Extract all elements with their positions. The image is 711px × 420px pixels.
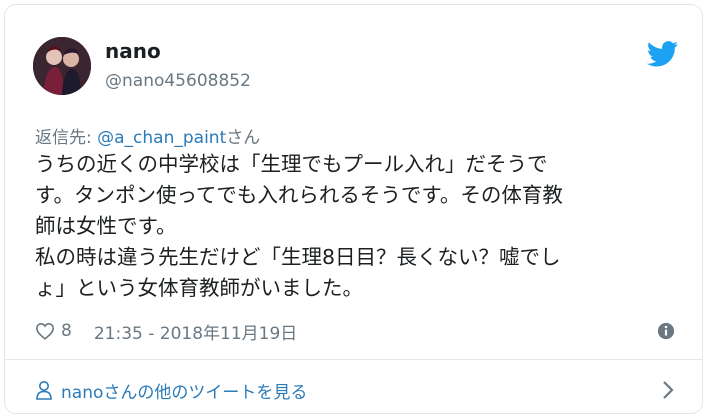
tweet-text: うちの近くの中学校は「生理でもプール入れ」だそうで す。タンポン使ってでも入れら…	[35, 149, 675, 304]
user-name[interactable]: nano	[105, 39, 161, 63]
avatar[interactable]	[33, 37, 91, 95]
tweet-text-line: ょ」という女体育教師がいました。	[35, 276, 363, 300]
tweet-card: nano @nano45608852 返信先: @a_chan_paintさん …	[4, 4, 703, 414]
timestamp[interactable]: 21:35 - 2018年11月19日	[94, 319, 297, 344]
divider	[5, 359, 702, 360]
bird-icon[interactable]	[647, 41, 679, 67]
more-tweets-link[interactable]: nanoさんの他のツイートを見る	[35, 365, 675, 415]
tweet-text-line: 私の時は違う先生だけど「生理8日目？長くない？嘘でし	[35, 245, 561, 269]
tweet-text-line: 師は女性です。	[35, 214, 177, 238]
reply-suffix: さん	[226, 128, 261, 148]
tweet-text-line: うちの近くの中学校は「生理でもプール入れ」だそうで	[35, 152, 548, 176]
tweet-meta: 8 21:35 - 2018年11月19日	[35, 317, 675, 345]
tweet-text-line: す。タンポン使ってでも入れられるそうです。その体育教	[35, 183, 563, 207]
reply-handle-link[interactable]: @a_chan_paint	[97, 128, 226, 148]
user-handle[interactable]: @nano45608852	[105, 71, 251, 91]
reply-prefix: 返信先:	[35, 128, 98, 148]
person-icon	[36, 381, 52, 400]
more-tweets-label[interactable]: nanoさんの他のツイートを見る	[61, 378, 307, 403]
heart-icon[interactable]	[35, 322, 55, 340]
like-count[interactable]: 8	[61, 321, 72, 341]
info-icon[interactable]	[657, 322, 675, 340]
chevron-right-icon[interactable]	[661, 380, 675, 400]
reply-context: 返信先: @a_chan_paintさん	[35, 123, 260, 148]
